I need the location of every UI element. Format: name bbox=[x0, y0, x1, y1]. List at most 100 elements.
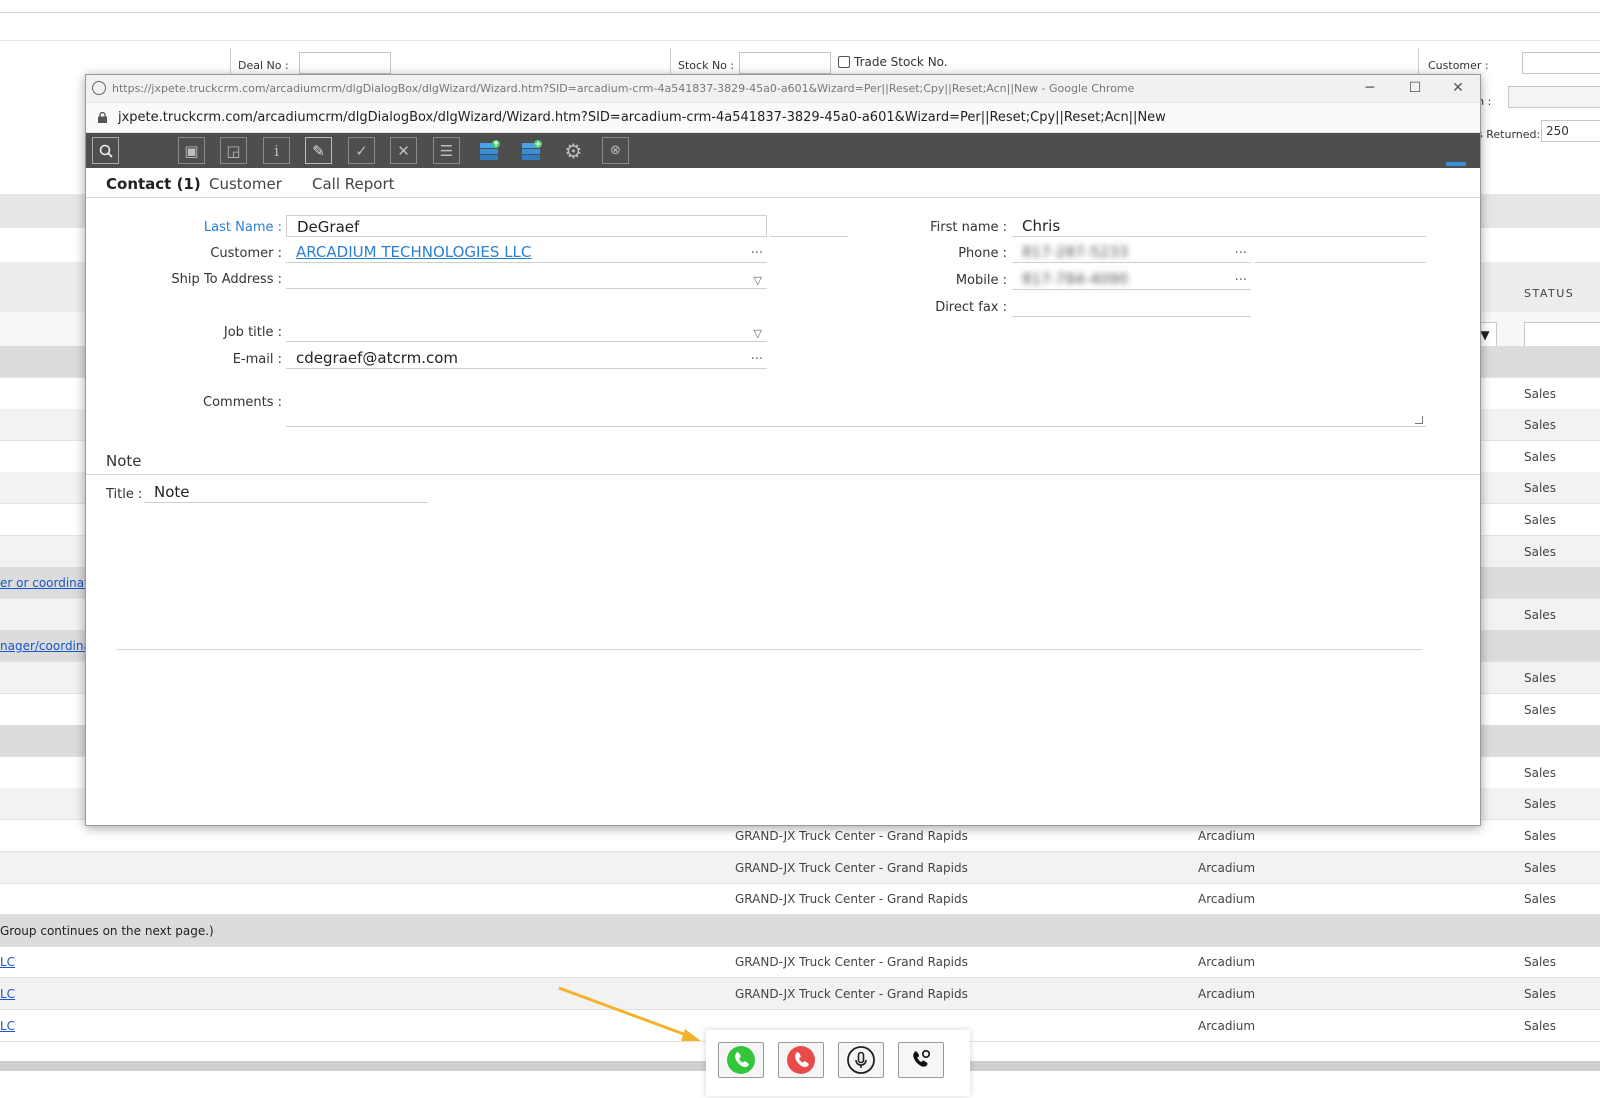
tab-contact[interactable]: Contact (1) bbox=[106, 175, 201, 193]
contact-wizard-dialog: https://jxpete.truckcrm.com/arcadiumcrm/… bbox=[85, 74, 1481, 826]
row-location-cell: GRAND-JX Truck Center - Grand Rapids bbox=[735, 987, 968, 1001]
row-left-cell[interactable]: er or coordinato bbox=[0, 576, 96, 590]
edit-button[interactable]: ✎ bbox=[305, 137, 332, 164]
mobile-field[interactable]: 817-784-4090 ... bbox=[1012, 268, 1251, 290]
note-title-input[interactable]: Note bbox=[144, 481, 428, 503]
customer-filter-label: Customer : bbox=[1428, 59, 1489, 72]
direct-fax-input[interactable] bbox=[1012, 295, 1251, 317]
customer-lookup-ellipsis[interactable]: ... bbox=[751, 239, 763, 261]
answer-call-button[interactable] bbox=[718, 1042, 764, 1078]
window-titlebar[interactable]: https://jxpete.truckcrm.com/arcadiumcrm/… bbox=[86, 75, 1480, 103]
email-ellipsis[interactable]: ... bbox=[751, 345, 763, 367]
row-left-cell[interactable]: LC bbox=[0, 1019, 15, 1033]
job-title-select[interactable]: ▽ bbox=[286, 320, 767, 342]
group-row[interactable]: Group continues on the next page.) bbox=[0, 915, 1600, 947]
first-name-input[interactable]: Chris bbox=[1012, 215, 1426, 237]
search-button[interactable] bbox=[92, 137, 119, 164]
mobile-ellipsis[interactable]: ... bbox=[1235, 266, 1247, 288]
email-field[interactable]: cdegraef@atcrm.com ... bbox=[286, 347, 767, 369]
save-as-button[interactable]: ◲ bbox=[220, 137, 247, 164]
answer-call-icon bbox=[727, 1046, 755, 1074]
row-company-cell: Arcadium bbox=[1198, 987, 1256, 1001]
email-label: E-mail : bbox=[232, 352, 282, 367]
edit-icon: ✎ bbox=[312, 141, 325, 160]
row-left-cell[interactable]: LC bbox=[0, 987, 15, 1001]
row-company-cell: Arcadium bbox=[1198, 1019, 1256, 1033]
tab-customer[interactable]: Customer bbox=[209, 175, 282, 193]
customer-field[interactable]: ARCADIUM TECHNOLOGIES LLC ... bbox=[286, 241, 767, 263]
resize-grip-icon[interactable] bbox=[1415, 416, 1423, 424]
row-status-cell: Sales bbox=[1524, 861, 1556, 875]
microphone-button[interactable] bbox=[838, 1042, 884, 1078]
phone-transfer-button[interactable] bbox=[898, 1042, 944, 1078]
last-name-input[interactable]: DeGraef bbox=[286, 215, 767, 237]
customer-link[interactable]: ARCADIUM TECHNOLOGIES LLC bbox=[296, 243, 531, 261]
customer-filter-input[interactable] bbox=[1522, 52, 1600, 74]
row-company-cell: Arcadium bbox=[1198, 861, 1256, 875]
cancel-icon: ✕ bbox=[397, 141, 410, 160]
status-filter-input[interactable] bbox=[1524, 322, 1600, 348]
mobile-value: 817-784-4090 bbox=[1022, 270, 1129, 288]
close-circle-icon: ⊗ bbox=[610, 143, 621, 158]
comments-label: Comments : bbox=[203, 395, 282, 410]
row-location-cell: GRAND-JX Truck Center - Grand Rapids bbox=[735, 861, 968, 875]
row-status-cell: Sales bbox=[1524, 387, 1556, 401]
address-bar[interactable]: jxpete.truckcrm.com/arcadiumcrm/dlgDialo… bbox=[86, 103, 1480, 133]
tab-call-report[interactable]: Call Report bbox=[312, 175, 395, 193]
phone-ellipsis[interactable]: ... bbox=[1235, 239, 1247, 261]
row-status-cell: Sales bbox=[1524, 545, 1556, 559]
globe-icon bbox=[92, 81, 106, 95]
chevron-down-icon: ▽ bbox=[753, 327, 762, 340]
comments-textarea[interactable] bbox=[286, 393, 1426, 427]
deals-returned-input[interactable]: 250 bbox=[1541, 120, 1600, 142]
row-left-cell[interactable]: LC bbox=[0, 955, 15, 969]
cancel-button[interactable]: ✕ bbox=[390, 137, 417, 164]
table-row[interactable]: GRAND-JX Truck Center - Grand Rapids Arca… bbox=[0, 852, 1600, 884]
deal-no-label: Deal No : bbox=[238, 59, 289, 72]
check-button[interactable]: ✓ bbox=[348, 137, 375, 164]
table-row[interactable]: LC GRAND-JX Truck Center - Grand Rapids Ar… bbox=[0, 946, 1600, 978]
close-icon[interactable]: ✕ bbox=[1438, 77, 1478, 99]
job-title-label: Job title : bbox=[223, 325, 282, 340]
row-location-cell: GRAND-JX Truck Center - Grand Rapids bbox=[735, 955, 968, 969]
status-column-header[interactable]: STATUS bbox=[1524, 287, 1574, 300]
row-status-cell: Sales bbox=[1524, 671, 1556, 685]
list-icon: ☰ bbox=[439, 141, 454, 160]
table-row[interactable]: LC GRAND-JX Truck Center - Grand Rapids Ar… bbox=[0, 978, 1600, 1010]
page-top-divider bbox=[0, 12, 1600, 13]
close-dialog-button[interactable]: ⊗ bbox=[602, 137, 629, 164]
condition-select[interactable] bbox=[1508, 86, 1600, 108]
ship-to-address-select[interactable]: ▽ bbox=[286, 267, 767, 289]
row-company-cell: Arcadium bbox=[1198, 955, 1256, 969]
chevron-down-icon: ▽ bbox=[753, 274, 762, 287]
row-status-cell: Sales bbox=[1524, 481, 1556, 495]
note-body-divider bbox=[116, 649, 1422, 650]
deal-no-input[interactable] bbox=[299, 52, 391, 74]
row-status-cell: Sales bbox=[1524, 797, 1556, 811]
loading-indicator bbox=[1446, 162, 1466, 166]
list-button[interactable]: ☰ bbox=[433, 137, 460, 164]
maximize-icon[interactable]: ☐ bbox=[1395, 77, 1435, 99]
save-as-icon: ◲ bbox=[226, 141, 241, 160]
database-add-button[interactable] bbox=[518, 137, 545, 164]
table-row[interactable]: GRAND-JX Truck Center - Grand Rapids Arca… bbox=[0, 883, 1600, 915]
trade-stock-checkbox[interactable] bbox=[838, 56, 850, 68]
database-up-button[interactable] bbox=[476, 137, 503, 164]
row-status-cell: Sales bbox=[1524, 955, 1556, 969]
hangup-call-button[interactable] bbox=[778, 1042, 824, 1078]
info-button[interactable]: i bbox=[263, 137, 290, 164]
page-second-divider bbox=[0, 40, 1600, 41]
row-left-cell[interactable]: nager/coordinat bbox=[0, 639, 96, 653]
settings-button[interactable]: ⚙ bbox=[560, 137, 587, 164]
stock-no-input[interactable] bbox=[739, 52, 831, 74]
note-title-label: Title : bbox=[106, 487, 143, 502]
ship-to-address-label: Ship To Address : bbox=[171, 272, 282, 287]
lock-icon bbox=[98, 112, 107, 123]
row-left-cell: Group continues on the next page.) bbox=[0, 924, 214, 938]
minimize-icon[interactable]: ─ bbox=[1350, 77, 1390, 99]
gear-icon: ⚙ bbox=[564, 138, 583, 163]
phone-field[interactable]: 817-287-5233 ... bbox=[1012, 241, 1251, 263]
info-icon: i bbox=[274, 141, 279, 160]
row-company-cell: Arcadium bbox=[1198, 829, 1256, 843]
save-button[interactable]: ▣ bbox=[178, 137, 205, 164]
